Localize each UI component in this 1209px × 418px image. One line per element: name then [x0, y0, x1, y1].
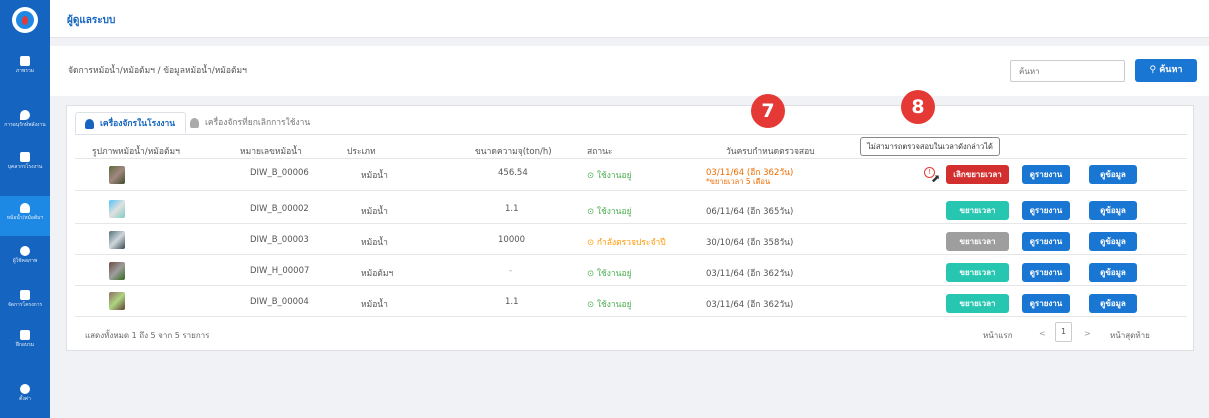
sidebar-item-factory-staff[interactable]: บุคลากรโรงงาน — [0, 152, 50, 182]
extend-time-button[interactable]: ขยายเวลา — [946, 201, 1009, 220]
column-header-type[interactable]: ประเภท — [347, 144, 376, 158]
boiler-list-card: เครื่องจักรในโรงงาน เครื่องจักรที่ยกเลิก… — [66, 90, 1194, 351]
due-date: 06/11/64 (อีก 365วัน) — [706, 207, 794, 217]
divider — [75, 223, 1187, 224]
boiler-number: DIW_B_00002 — [250, 204, 309, 214]
top-bar: ผู้ดูแลระบบ — [50, 0, 1209, 38]
divider — [75, 158, 1187, 159]
sidebar-item-overview[interactable]: ภาพรวม — [0, 56, 50, 86]
status-badge: ⊙ ใช้งานอยู่ — [587, 300, 632, 310]
page-number[interactable]: 1 — [1055, 322, 1072, 342]
extend-time-button[interactable]: ขยายเวลา — [946, 294, 1009, 313]
prev-page-link[interactable]: < — [1039, 329, 1046, 338]
boiler-type: หม้อน้ำ — [361, 171, 388, 181]
first-page-link[interactable]: หน้าแรก — [983, 329, 1013, 342]
boiler-type: หม้อต้มฯ — [361, 269, 394, 279]
sidebar-item-users[interactable]: ผู้ใช้คลภาพ — [0, 246, 50, 276]
boiler-photo — [109, 231, 125, 249]
boiler-icon — [190, 118, 199, 128]
pagination-info: แสดงทั้งหมด 1 ถึง 5 จาก 5 รายการ — [85, 331, 210, 340]
boiler-icon — [85, 119, 94, 129]
divider — [75, 285, 1187, 286]
boiler-number: DIW_B_00003 — [250, 235, 309, 245]
boiler-type: หม้อน้ำ — [361, 238, 388, 248]
view-info-button[interactable]: ดูข้อมูล — [1089, 294, 1137, 313]
boiler-capacity: 456.54 — [498, 168, 528, 178]
boiler-capacity: 1.1 — [505, 297, 519, 307]
location-pin-icon — [20, 110, 30, 120]
sidebar-item-training[interactable]: ฝึกอบรม — [0, 330, 50, 360]
status-badge: ⊙ ใช้งานอยู่ — [587, 269, 632, 279]
boiler-photo — [109, 200, 125, 218]
boiler-type: หม้อน้ำ — [361, 300, 388, 310]
breadcrumb-bar: จัดการหม้อน้ำ/หม้อต้มฯ / ข้อมูลหม้อน้ำ/ห… — [50, 46, 1209, 96]
view-info-button[interactable]: ดูข้อมูล — [1089, 201, 1137, 220]
annotation-badge-8: 8 — [901, 90, 935, 124]
view-info-button[interactable]: ดูข้อมูล — [1089, 165, 1137, 184]
status-badge: ⊙ ใช้งานอยู่ — [587, 171, 632, 181]
status-badge: ⊙ ใช้งานอยู่ — [587, 207, 632, 217]
page-title: ผู้ดูแลระบบ — [67, 15, 116, 26]
view-report-button[interactable]: ดูรายงาน — [1022, 232, 1070, 251]
column-header-capacity[interactable]: ขนาดความจุ(ton/h) — [475, 144, 552, 158]
extend-time-button-disabled: ขยายเวลา — [946, 232, 1009, 251]
column-header-due-date[interactable]: วันครบกำหนดตรวจสอบ — [726, 144, 815, 158]
cancel-extension-button[interactable]: เลิกขยายเวลา — [946, 165, 1009, 184]
boiler-capacity: - — [509, 266, 513, 276]
divider — [75, 190, 1187, 191]
search-icon: ⚲ — [1149, 65, 1157, 75]
tab-cancelled-machines[interactable]: เครื่องจักรที่ยกเลิกการใช้งาน — [181, 112, 320, 134]
cursor-icon: ⬈ — [931, 172, 941, 185]
view-report-button[interactable]: ดูรายงาน — [1022, 165, 1070, 184]
boiler-photo — [109, 262, 125, 280]
status-badge: ⊙ กำลังตรวจประจำปี — [587, 238, 666, 248]
boiler-number: DIW_B_00004 — [250, 297, 309, 307]
boiler-number: DIW_H_00007 — [250, 266, 310, 276]
tooltip: ไม่สามารถตรวจสอบในเวลาดังกล่าวได้ — [860, 137, 1000, 156]
search-button[interactable]: ⚲ ค้นหา — [1135, 59, 1197, 82]
column-header-image: รูปภาพหม้อน้ำ/หม้อต้มฯ — [92, 147, 180, 157]
divider — [75, 254, 1187, 255]
tab-active-machines[interactable]: เครื่องจักรในโรงงาน — [75, 112, 187, 134]
boiler-capacity: 1.1 — [505, 204, 519, 214]
column-header-number[interactable]: หมายเลขหม้อน้ำ — [240, 144, 302, 158]
sidebar-item-boiler[interactable]: หม้อน้ำ/หม้อต้มฯ — [0, 196, 50, 236]
column-header-status[interactable]: สถานะ — [587, 144, 612, 158]
boiler-icon — [20, 203, 30, 213]
training-icon — [20, 330, 30, 340]
boiler-number: DIW_B_00006 — [250, 168, 309, 178]
view-info-button[interactable]: ดูข้อมูล — [1089, 263, 1137, 282]
gear-icon — [20, 384, 30, 394]
breadcrumb: จัดการหม้อน้ำ/หม้อต้มฯ / ข้อมูลหม้อน้ำ/ห… — [68, 66, 247, 76]
search-input[interactable] — [1010, 60, 1125, 82]
clipboard-icon — [20, 290, 30, 300]
due-date: 03/11/64 (อีก 362วัน) — [706, 300, 794, 310]
last-page-link[interactable]: หน้าสุดท้าย — [1110, 329, 1150, 342]
view-report-button[interactable]: ดูรายงาน — [1022, 294, 1070, 313]
due-date: 30/10/64 (อีก 358วัน) — [706, 238, 794, 248]
view-report-button[interactable]: ดูรายงาน — [1022, 263, 1070, 282]
boiler-capacity: 10000 — [498, 235, 526, 245]
next-page-link[interactable]: > — [1084, 329, 1091, 338]
sidebar-item-projects[interactable]: จัดการโครงการ — [0, 290, 50, 324]
factory-icon — [20, 152, 30, 162]
tab-divider — [75, 134, 1187, 135]
extend-time-button[interactable]: ขยายเวลา — [946, 263, 1009, 282]
users-icon — [20, 246, 30, 256]
view-report-button[interactable]: ดูรายงาน — [1022, 201, 1070, 220]
computer-icon — [20, 56, 30, 66]
app-logo[interactable] — [12, 7, 38, 33]
due-date: 03/11/64 (อีก 362วัน) — [706, 269, 794, 279]
boiler-photo — [109, 292, 125, 310]
annotation-badge-7: 7 — [751, 94, 785, 128]
boiler-type: หม้อน้ำ — [361, 207, 388, 217]
extension-note: *ขยายเวลา 5 เดือน — [706, 177, 771, 186]
sidebar-item-settings[interactable]: ตั้งค่า — [0, 384, 50, 414]
view-info-button[interactable]: ดูข้อมูล — [1089, 232, 1137, 251]
sidebar: ภาพรวม การอนุรักษ์พลังงาน บุคลากรโรงงาน … — [0, 0, 50, 418]
sidebar-item-energy[interactable]: การอนุรักษ์พลังงาน — [0, 110, 50, 146]
boiler-photo — [109, 166, 125, 184]
divider — [75, 316, 1187, 317]
